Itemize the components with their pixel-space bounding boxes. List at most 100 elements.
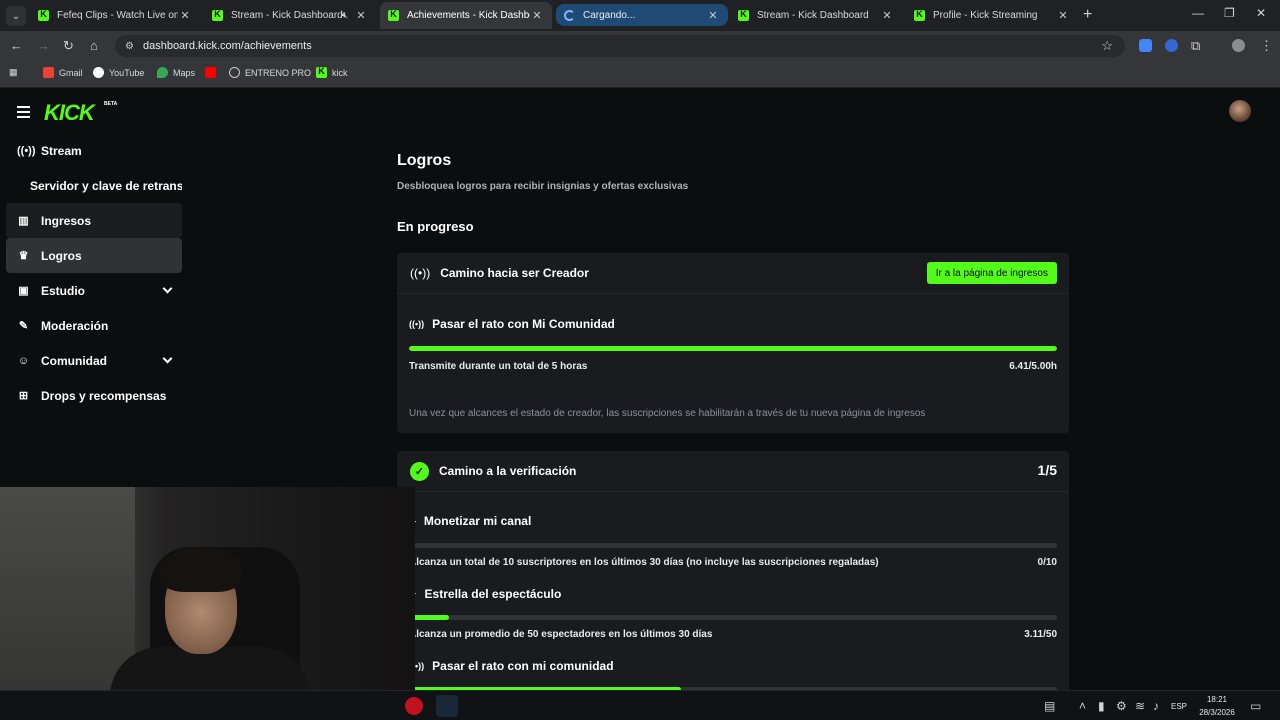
chevron-down-icon[interactable] bbox=[162, 353, 173, 364]
sidebar-item-estudio[interactable]: ▣ Estudio bbox=[6, 273, 182, 308]
chevron-down-icon[interactable] bbox=[162, 283, 173, 294]
bookmark-entreno-pro[interactable]: ENTRENO PRO bbox=[229, 67, 311, 78]
bookmark-youtube[interactable]: YouTube bbox=[93, 67, 144, 78]
tab-search-button[interactable]: ⌄ bbox=[6, 6, 26, 26]
creator-note: Una vez que alcances el estado de creado… bbox=[409, 408, 926, 419]
bookmark-gmail[interactable]: Gmail bbox=[43, 67, 83, 78]
tray-overflow-icon[interactable]: ˄ bbox=[1079, 699, 1086, 713]
sidebar-item-label: Comunidad bbox=[41, 353, 107, 368]
bookmark-star-icon[interactable]: ☆ bbox=[1101, 38, 1113, 54]
profile-avatar-icon[interactable] bbox=[1232, 39, 1245, 52]
task-progress-value: 0/10 bbox=[1037, 557, 1057, 568]
close-tab-icon[interactable]: ✕ bbox=[354, 9, 368, 22]
steam-tray-icon[interactable]: ⚙ bbox=[1116, 699, 1127, 713]
site-info-icon[interactable]: ⚙ bbox=[125, 41, 134, 52]
bookmark-maps[interactable]: Maps bbox=[157, 67, 195, 78]
achievement-task[interactable]: ▶ Monetizar mi canal Alcanza un total de… bbox=[397, 492, 1069, 568]
task-title-text: Monetizar mi canal bbox=[423, 514, 532, 528]
maps-icon bbox=[157, 67, 168, 78]
close-tab-icon[interactable]: ✕ bbox=[178, 9, 192, 22]
volume-icon[interactable]: ♪ bbox=[1153, 699, 1159, 713]
reload-icon[interactable]: ↻ bbox=[63, 38, 74, 54]
sidebar-item-moderacion[interactable]: ✎ Moderación bbox=[6, 308, 182, 343]
clock-date[interactable]: 28/3/2026 bbox=[1194, 708, 1240, 717]
trophy-icon: ♛ bbox=[18, 250, 29, 262]
minimize-icon[interactable]: — bbox=[1192, 6, 1204, 20]
taskbar-app-red-icon[interactable] bbox=[405, 697, 423, 715]
close-tab-icon[interactable]: ✕ bbox=[1056, 9, 1070, 22]
tab-title: Achievements - Kick Dashboard bbox=[407, 10, 530, 21]
bookmark-youtube-red[interactable] bbox=[205, 67, 221, 78]
user-avatar[interactable] bbox=[1229, 100, 1251, 122]
browser-tab-1[interactable]: Fefeq Clips - Watch Live on Kick ✕ bbox=[30, 2, 200, 29]
beta-badge: BETA bbox=[104, 101, 118, 107]
task-progress-value: 6.41/5.00h bbox=[1009, 361, 1057, 372]
sidebar-item-ingresos[interactable]: ▥ Ingresos bbox=[6, 203, 182, 238]
progress-bar bbox=[409, 346, 1057, 351]
card-header: ✓ Camino a la verificación 1/5 bbox=[397, 451, 1069, 492]
home-icon[interactable]: ⌂ bbox=[90, 38, 98, 53]
close-tab-icon[interactable]: ✕ bbox=[706, 9, 720, 22]
extensions-puzzle-icon[interactable]: ⧉ bbox=[1191, 38, 1200, 54]
kick-favicon-icon bbox=[738, 9, 749, 21]
bookmark-label: YouTube bbox=[109, 67, 145, 78]
broadcast-icon: ((•)) bbox=[410, 266, 431, 280]
extension-translate-icon[interactable] bbox=[1139, 39, 1152, 52]
task-title: ✦ Estrella del espectáculo bbox=[409, 587, 1057, 601]
task-footer: Transmite durante un total de 5 horas 6.… bbox=[409, 361, 1057, 372]
task-description: Alcanza un total de 10 suscriptores en l… bbox=[409, 557, 879, 568]
sidebar-item-stream-key[interactable]: Servidor y clave de retransmisión bbox=[6, 168, 182, 203]
browser-tab-4[interactable]: Cargando... ✕ bbox=[556, 4, 728, 26]
language-indicator[interactable]: ESP bbox=[1168, 702, 1190, 711]
verified-check-icon: ✓ bbox=[410, 461, 429, 481]
close-window-icon[interactable]: ✕ bbox=[1256, 6, 1266, 20]
muted-speaker-icon[interactable]: 🔇︎ bbox=[342, 10, 348, 21]
clock-time[interactable]: 18:21 bbox=[1194, 695, 1240, 704]
achievement-task: ((•)) Pasar el rato con Mi Comunidad Tra… bbox=[397, 294, 1069, 372]
webcam-background-door bbox=[0, 487, 135, 690]
browser-tab-3[interactable]: Achievements - Kick Dashboard ✕ bbox=[380, 2, 552, 29]
news-widget-icon[interactable]: ▤ bbox=[1044, 699, 1055, 713]
windows-taskbar: ▤ ˄ ▮ ⚙ ≋ ♪ ESP 18:21 28/3/2026 ▭ bbox=[0, 690, 1280, 720]
close-tab-icon[interactable]: ✕ bbox=[880, 9, 894, 22]
progress-bar bbox=[409, 615, 1057, 620]
notifications-icon[interactable]: ▭ bbox=[1250, 699, 1261, 713]
bookmark-kick[interactable]: kick bbox=[316, 66, 348, 78]
address-bar[interactable]: ⚙ dashboard.kick.com/achievements ☆ bbox=[115, 35, 1125, 57]
network-icon[interactable]: ≋ bbox=[1135, 699, 1145, 713]
verification-path-card: ✓ Camino a la verificación 1/5 ▶ Monetiz… bbox=[397, 451, 1069, 701]
browser-tab-2[interactable]: Stream - Kick Dashboard 🔇︎ ✕ bbox=[204, 2, 376, 29]
usb-icon[interactable]: ▮ bbox=[1098, 699, 1105, 713]
page-title: Logros bbox=[397, 152, 452, 169]
bookmark-label: Gmail bbox=[59, 67, 83, 78]
browser-tab-6[interactable]: Profile - Kick Streaming ✕ bbox=[906, 2, 1078, 29]
steam-taskbar-icon[interactable] bbox=[436, 695, 458, 717]
hamburger-menu-icon[interactable] bbox=[17, 106, 30, 121]
broadcast-icon: ((•)) bbox=[17, 144, 36, 157]
sidebar-item-logros[interactable]: ♛ Logros bbox=[6, 238, 182, 273]
sidebar-item-comunidad[interactable]: ☺ Comunidad bbox=[6, 343, 182, 378]
kick-favicon-icon bbox=[38, 9, 49, 21]
achievement-task[interactable]: ((•)) Pasar el rato con mi comunidad bbox=[397, 640, 1069, 692]
task-title-text: Estrella del espectáculo bbox=[424, 587, 562, 601]
sidebar-item-drops[interactable]: ⊞ Drops y recompensas bbox=[6, 378, 182, 413]
globe-icon bbox=[229, 67, 240, 78]
achievement-task[interactable]: ✦ Estrella del espectáculo Alcanza un pr… bbox=[397, 568, 1069, 640]
forward-arrow-icon[interactable]: → bbox=[37, 38, 50, 53]
browser-menu-icon[interactable]: ⋮ bbox=[1260, 38, 1273, 54]
extension-blue-circle-icon[interactable] bbox=[1165, 39, 1178, 52]
restore-window-icon[interactable]: ❐ bbox=[1224, 6, 1235, 20]
sidebar-item-stream[interactable]: ((•)) Stream bbox=[6, 133, 182, 168]
apps-grid-icon[interactable]: ▦ bbox=[9, 67, 18, 78]
go-to-revenue-button[interactable]: Ir a la página de ingresos bbox=[926, 262, 1057, 284]
youtube-icon bbox=[93, 67, 104, 78]
browser-tab-5[interactable]: Stream - Kick Dashboard ✕ bbox=[730, 2, 902, 29]
youtube-red-icon bbox=[205, 67, 216, 78]
back-arrow-icon[interactable]: ← bbox=[10, 38, 23, 53]
new-tab-icon[interactable]: + bbox=[1083, 6, 1092, 24]
progress-fill bbox=[409, 615, 450, 620]
kick-logo[interactable]: KICK bbox=[44, 100, 95, 126]
close-tab-icon[interactable]: ✕ bbox=[530, 9, 544, 22]
sidebar-item-label: Servidor y clave de retransmisión bbox=[30, 178, 182, 193]
sidebar-item-label: Estudio bbox=[41, 283, 85, 298]
